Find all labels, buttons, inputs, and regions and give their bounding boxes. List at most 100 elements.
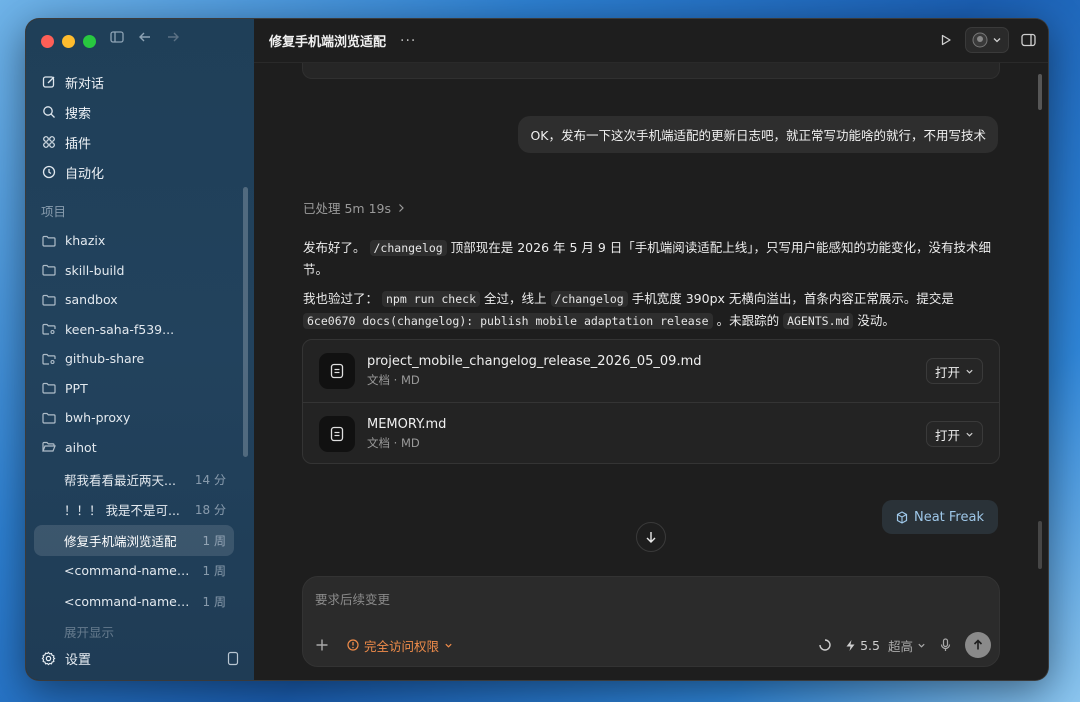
plus-icon[interactable] [315, 638, 329, 652]
project-item[interactable]: aihot [34, 433, 246, 463]
close-window-button[interactable] [41, 35, 54, 48]
play-icon[interactable] [939, 33, 953, 47]
window-controls [41, 35, 96, 48]
forward-arrow-icon[interactable] [166, 30, 180, 44]
show-more-link[interactable]: 展开显示 [34, 617, 234, 648]
nav-label: 自动化 [65, 166, 105, 182]
folder-icon [42, 412, 56, 424]
search-icon [43, 106, 55, 118]
answer-text: 全过，线上 [484, 291, 547, 306]
composer-toolbar: 完全访问权限 5.5 超高 [315, 632, 991, 658]
chat-item[interactable]: <command-name>/... 1 周 [34, 586, 234, 617]
inline-code: npm run check [382, 291, 481, 307]
chat-list: 帮我看看最近两天... 14 分 ！！！ 我是不是可... 18 分 修复手机端… [34, 464, 234, 647]
project-item[interactable]: github-share [34, 344, 246, 374]
branch-folder-icon [42, 324, 56, 335]
project-item[interactable]: keen-saha-f539... [34, 315, 246, 345]
arrow-down-icon [646, 532, 656, 543]
folder-icon [42, 294, 56, 306]
project-label: khazix [65, 233, 106, 249]
panel-icon[interactable] [227, 651, 239, 666]
microphone-icon[interactable] [940, 638, 951, 652]
conversation-scrollbar[interactable] [1038, 74, 1042, 110]
conversation-scrollbar-lower[interactable] [1038, 521, 1042, 569]
scroll-to-bottom-button[interactable] [636, 522, 666, 552]
sidebar-toggle-icon[interactable] [110, 30, 124, 44]
nav-automation[interactable]: 自动化 [34, 157, 246, 187]
branch-folder-icon [42, 353, 56, 365]
chat-title: 展开显示 [64, 625, 115, 641]
chevron-down-icon [993, 38, 1001, 43]
more-options-button[interactable]: ··· [400, 33, 416, 49]
environment-selector[interactable] [965, 27, 1009, 53]
project-item[interactable]: PPT [34, 374, 246, 404]
model-selector[interactable]: 5.5 超高 [845, 636, 926, 655]
sidebar-scrollbar[interactable] [243, 187, 248, 457]
assistant-answer: 发布好了。 /changelog 顶部现在是 2026 年 5 月 9 日「手机… [303, 237, 1003, 340]
project-item[interactable]: skill-build [34, 256, 246, 286]
sidebar-footer: 设置 [41, 649, 239, 668]
chat-item[interactable]: <command-name>/... 1 周 [34, 556, 234, 587]
plugins-icon [43, 136, 55, 148]
sidebar-toolbar [110, 30, 180, 44]
file-card[interactable]: project_mobile_changelog_release_2026_05… [303, 340, 999, 402]
permission-selector[interactable]: 完全访问权限 [347, 636, 453, 655]
sidebar: 新对话 搜索 插件 自动化 项目 khazix skill-build sand… [26, 19, 254, 680]
chat-item[interactable]: 帮我看看最近两天... 14 分 [34, 464, 234, 495]
chat-time: 18 分 [194, 503, 226, 518]
user-message-bubble: OK，发布一下这次手机端适配的更新日志吧，就正常写功能啥的就行，不用写技术 [518, 116, 998, 153]
open-file-button[interactable]: 打开 [925, 421, 983, 447]
project-item[interactable]: bwh-proxy [34, 403, 246, 433]
file-info: project_mobile_changelog_release_2026_05… [367, 354, 702, 388]
nav-label: 插件 [65, 136, 92, 152]
project-label: keen-saha-f539... [65, 321, 175, 337]
inline-code: AGENTS.md [783, 313, 854, 329]
neat-freak-chip[interactable]: Neat Freak [881, 500, 998, 534]
answer-text: 手机宽度 390px 无横向溢出，首条内容正常展示。提交是 [631, 291, 954, 306]
chat-item[interactable]: ！！！ 我是不是可... 18 分 [34, 495, 234, 526]
header-actions [939, 27, 1036, 53]
project-label: bwh-proxy [65, 410, 131, 426]
zoom-window-button[interactable] [83, 35, 96, 48]
folder-icon [42, 383, 56, 394]
model-version: 5.5 [860, 637, 880, 653]
chat-time: 14 分 [194, 472, 226, 487]
chevron-down-icon [918, 643, 925, 648]
folder-open-icon [42, 442, 56, 452]
project-item[interactable]: khazix [34, 226, 246, 256]
composer-right-controls: 5.5 超高 [819, 632, 991, 658]
compose-icon [42, 76, 55, 88]
document-icon [319, 415, 355, 452]
back-arrow-icon[interactable] [138, 30, 152, 44]
gear-icon [41, 651, 56, 666]
document-icon [319, 353, 355, 389]
processed-toggle[interactable]: 已处理 5m 19s [303, 198, 405, 217]
file-attachments: project_mobile_changelog_release_2026_05… [302, 339, 1000, 464]
project-label: sandbox [65, 292, 118, 308]
project-item[interactable]: sandbox [34, 285, 246, 315]
chevron-down-icon [445, 643, 452, 648]
settings-button[interactable]: 设置 [41, 649, 91, 668]
minimize-window-button[interactable] [62, 35, 75, 48]
composer-input[interactable]: 要求后续变更 [315, 589, 390, 608]
inline-code: /changelog [550, 291, 628, 307]
file-name: MEMORY.md [367, 416, 447, 432]
nav-search[interactable]: 搜索 [34, 97, 246, 127]
nav-new-chat[interactable]: 新对话 [34, 67, 246, 97]
send-button[interactable] [965, 632, 991, 658]
settings-label: 设置 [65, 653, 92, 668]
project-list: khazix skill-build sandbox keen-saha-f53… [34, 226, 246, 462]
nav-plugins[interactable]: 插件 [34, 127, 246, 157]
file-card[interactable]: MEMORY.md 文档 · MD 打开 [303, 402, 999, 464]
answer-text: 发布好了。 [303, 240, 366, 255]
file-name: project_mobile_changelog_release_2026_05… [367, 354, 702, 369]
side-panel-toggle-icon[interactable] [1021, 33, 1036, 47]
open-file-button[interactable]: 打开 [925, 358, 983, 384]
nav-label: 搜索 [65, 106, 92, 122]
project-label: PPT [65, 380, 88, 396]
projects-section-label: 项目 [41, 204, 67, 219]
conversation-header: 修复手机端浏览适配 ··· [254, 19, 1048, 63]
project-label: skill-build [65, 262, 125, 278]
nav-label: 新对话 [65, 76, 105, 92]
chat-item-active[interactable]: 修复手机端浏览适配 1 周 [34, 525, 234, 556]
